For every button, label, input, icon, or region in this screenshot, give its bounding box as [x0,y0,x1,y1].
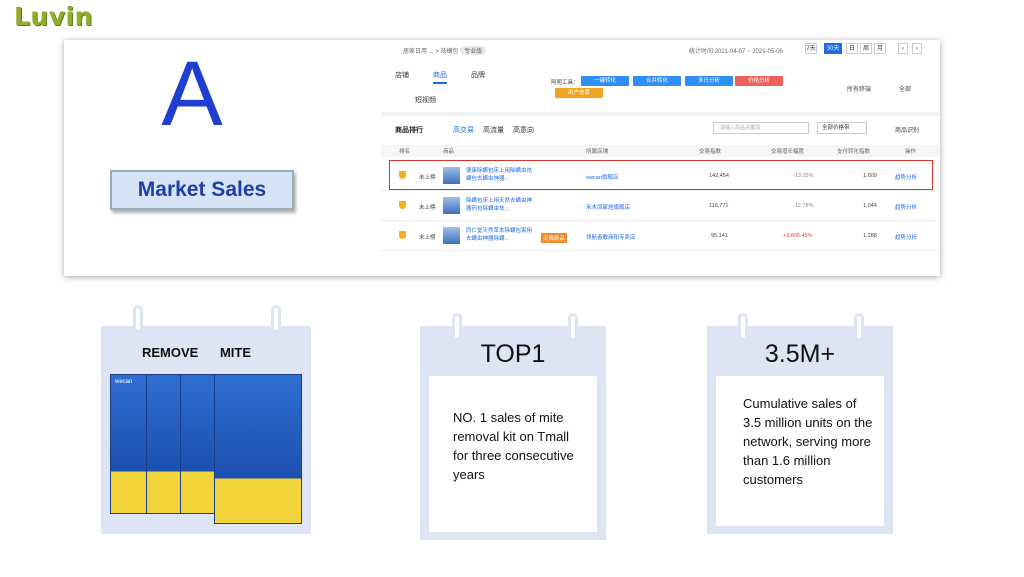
trend-link[interactable]: 趋势分析 [895,203,917,211]
range-week-button[interactable]: 周 [860,43,872,54]
trade-index: 95,141 [711,233,728,239]
product-name-link[interactable]: 同仁堂天然草本除螨包家用去螨虫神器除螨... [466,227,536,243]
growth-value: -12.78% [793,203,814,209]
active-tab-underline [433,82,447,84]
tools-label: 阿明工具： [551,80,579,86]
identify-link[interactable]: 商品识别 [895,125,919,134]
tab-short-video[interactable]: 短视频 [415,95,436,105]
range-7d-button[interactable]: 7天 [805,43,817,54]
new-badge: 天猫新品 [541,233,568,243]
conversion-value: 1,044 [863,203,877,209]
top1-title: TOP1 [480,340,546,368]
edition-pill: 专业版 [460,46,487,55]
col-rank: 排名 [399,149,411,155]
sales-card: 3.5M+ Cumulative sales of 3.5 million un… [707,326,893,534]
remove-mite-label: REMOVE MITE [142,345,252,360]
sales-ranking-screenshot: 居家日用 ... > 祛螨包 专业版 统计时间 2021-04-07 ~ 202… [381,40,940,276]
prev-icon[interactable]: ‹ [898,43,908,54]
shop-link[interactable]: 领航者歌商阳专卖店 [586,233,636,241]
rank-tab-intent[interactable]: 高意向 [513,125,534,135]
product-package-image: wecan 60 祛螨 Remove mite [110,374,397,524]
luvin-logo: Luvin [14,2,93,31]
section-letter: A [161,43,223,145]
ranking-title: 商品排行 [395,127,423,134]
binder-ring [738,313,748,341]
rank-tab-traffic[interactable]: 高流量 [483,125,504,135]
binder-ring [133,305,143,333]
tool-one-click[interactable]: 一键转化 [581,76,629,86]
top1-description: NO. 1 sales of mite removal kit on Tmall… [453,410,574,482]
tool-multi-day[interactable]: 多日分析 [685,76,733,86]
tab-product[interactable]: 商品 [433,70,447,80]
conversion-value: 1,288 [863,233,877,239]
divider [381,112,940,116]
tab-brand[interactable]: 品牌 [471,70,485,80]
tool-user-info[interactable]: 用户信息 [555,88,603,98]
rank-tab-trade[interactable]: 高交易 [453,125,474,135]
breadcrumb: 居家日用 ... > 祛螨包 专业版 [403,46,487,55]
range-day-button[interactable]: 日 [846,43,858,54]
medal-icon [399,231,406,239]
binder-ring [854,313,864,341]
col-conversion: 支付转化指数 [837,149,871,155]
trend-link[interactable]: 趋势分析 [895,233,917,241]
product-name-link[interactable]: 除螨包床上用天然去螨虫神器药包除螨虫祛... [466,197,536,213]
terminal-select[interactable]: 所有终端 [847,84,871,93]
trade-index: 116,771 [709,203,729,209]
price-filter-select[interactable]: 全部价格带 [817,122,867,134]
table-row: 未上榜 同仁堂天然草本除螨包家用去螨虫神器除螨... 天猫新品 领航者歌商阳专卖… [381,222,940,251]
table-header: 排名 商品 所属店铺 交易指数 交易增长幅度 支付转化指数 操作 [381,145,940,157]
growth-value: +9,605.45% [783,233,813,239]
top1-card: TOP1 NO. 1 sales of mite removal kit on … [420,326,606,540]
market-sales-label: Market Sales [110,170,294,210]
tab-shop[interactable]: 店铺 [395,70,409,80]
tool-price[interactable]: 价格分析 [735,76,783,86]
package-front: 60 祛螨 Remove mite [214,374,397,524]
col-growth: 交易增长幅度 [771,149,805,155]
product-search-input[interactable]: 请输入商品关键词 [713,122,809,134]
row-status: 未上榜 [419,205,436,211]
row-status: 未上榜 [419,235,436,241]
col-index: 交易指数 [699,149,722,155]
product-thumbnail [443,227,460,244]
package-count: 60 [381,377,397,393]
range-30d-button[interactable]: 30天 [824,43,842,54]
top-row-highlight [389,160,933,190]
col-shop: 所属店铺 [586,149,609,155]
breadcrumb-text: 居家日用 ... > 祛螨包 [403,49,459,55]
medal-icon [399,201,406,209]
shop-link[interactable]: 禾木凤家居旗舰店 [586,203,630,211]
binder-ring [568,313,578,341]
binder-ring [452,313,462,341]
stat-time: 统计时间 2021-04-07 ~ 2021-05-06 [689,49,783,55]
col-product: 商品 [443,149,455,155]
sales-title: 3.5M+ [764,340,836,368]
next-icon[interactable]: › [912,43,922,54]
col-action: 操作 [905,149,917,155]
all-select[interactable]: 全部 [899,84,911,93]
tool-merge[interactable]: 合并转化 [633,76,681,86]
package-subtitle: Remove mite [345,447,372,461]
range-month-button[interactable]: 月 [874,43,886,54]
binder-ring [271,305,281,333]
product-thumbnail [443,197,460,214]
table-row: 未上榜 除螨包床上用天然去螨虫神器药包除螨虫祛... 禾木凤家居旗舰店 116,… [381,192,940,221]
sales-description: Cumulative sales of 3.5 million units on… [743,396,873,487]
